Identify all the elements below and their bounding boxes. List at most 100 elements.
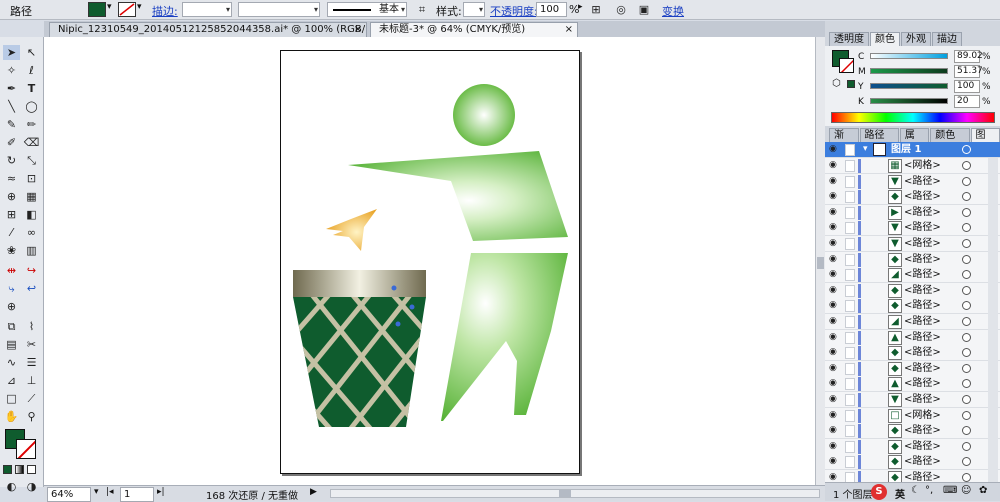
anchor-point[interactable] [392,286,397,291]
item-name[interactable]: <路径> [904,253,941,267]
item-name[interactable]: <路径> [904,440,941,454]
lock-toggle[interactable] [845,456,855,468]
isolate-icon[interactable]: ▣ [636,2,652,18]
layer-item-row[interactable]: ◉▼<路径> [825,236,1000,252]
chevron-down-icon[interactable]: ▾ [137,2,142,12]
target-circle[interactable] [962,364,971,373]
item-name[interactable]: <路径> [904,455,941,469]
next-page-icon[interactable]: ▸| [157,487,165,497]
eye-icon[interactable]: ◉ [829,239,840,248]
slice-tool-icon[interactable]: ⌇ [23,319,40,334]
layer-item-row[interactable]: ◉▲<路径> [825,376,1000,392]
horizontal-scrollbar[interactable] [330,489,820,498]
eye-icon[interactable]: ◉ [829,379,840,388]
lock-toggle[interactable] [845,285,855,297]
layer-item-row[interactable]: ◉▼<路径> [825,392,1000,408]
doc-tab-1[interactable]: Nipic_12310549_20140512125852044358.ai* … [49,22,367,37]
chevron-down-icon[interactable]: ▾ [107,2,112,12]
tab-transparency[interactable]: 透明度 [829,32,869,46]
lock-toggle[interactable] [845,425,855,437]
stroke-swatch[interactable] [118,2,136,17]
first-page-icon[interactable]: |◂ [106,487,114,497]
eye-icon[interactable]: ◉ [829,457,840,466]
target-circle[interactable] [962,442,971,451]
yellow-slider[interactable] [870,83,948,89]
eye-icon[interactable]: ◉ [829,348,840,357]
layer-item-row[interactable]: ◉◆<路径> [825,454,1000,470]
lock-toggle[interactable] [845,222,855,234]
lock-toggle[interactable] [845,207,855,219]
layer-item-row[interactable]: ◉□<网格> [825,408,1000,424]
magenta-slider[interactable] [870,68,948,74]
eye-icon[interactable]: ◉ [829,426,840,435]
ime-logo-icon[interactable]: S [871,484,887,500]
anchor-point[interactable] [396,322,401,327]
eye-icon[interactable]: ◉ [829,301,840,310]
item-name[interactable]: <路径> [904,377,941,391]
tab-stroke[interactable]: 描边 [932,32,962,46]
layer-item-row[interactable]: ◉◆<路径> [825,470,1000,482]
layer-item-row[interactable]: ◉▼<路径> [825,220,1000,236]
yellow-input[interactable]: 100 [954,80,980,93]
item-name[interactable]: <路径> [904,331,941,345]
eraser-tool-icon[interactable]: ⌫ [23,135,40,150]
eye-icon[interactable]: ◉ [829,395,840,404]
item-name[interactable]: <路径> [904,299,941,313]
eye-icon[interactable]: ◉ [829,473,840,482]
chevron-right-icon[interactable]: ▶ [310,487,317,497]
mesh-tool-icon[interactable]: ⊞ [3,207,20,222]
lock-toggle[interactable] [845,191,855,203]
target-circle[interactable] [962,161,971,170]
user-icon[interactable]: ☺ [961,485,971,496]
eye-icon[interactable]: ◉ [829,270,840,279]
layer-item-row[interactable]: ◉◢<路径> [825,267,1000,283]
black-input[interactable]: 20 [954,95,980,108]
scroll-thumb[interactable] [559,490,571,497]
layer-item-row[interactable]: ◉◆<路径> [825,345,1000,361]
stroke-weight-dropdown[interactable]: ▾ [182,2,232,17]
layer-item-row[interactable]: ◉◆<路径> [825,439,1000,455]
anchor-point[interactable] [410,305,415,310]
layer-item-row[interactable]: ◉▼<路径> [825,174,1000,190]
close-icon[interactable]: × [565,23,573,37]
lock-toggle[interactable] [845,394,855,406]
target-circle[interactable] [962,177,971,186]
type-tool-icon[interactable]: T [23,81,40,96]
target-circle[interactable] [962,255,971,264]
eye-icon[interactable]: ◉ [829,177,840,186]
eye-icon[interactable]: ◉ [829,161,840,170]
variable-width-dropdown[interactable]: ▾ [238,2,320,17]
eye-icon[interactable]: ◉ [829,223,840,232]
cyan-slider[interactable] [870,53,948,59]
convert-anchor-tool-icon[interactable]: ↩ [23,281,40,296]
tab-color-guide[interactable]: 颜色参 [930,128,969,142]
gradient-mode-icon[interactable] [15,465,24,474]
eye-icon[interactable]: ◉ [829,145,840,154]
target-circle[interactable] [962,317,971,326]
target-circle[interactable] [962,395,971,404]
direct-selection-tool-icon[interactable]: ↖ [23,45,40,60]
gradient-tool-icon[interactable]: ◧ [23,207,40,222]
layer-item-row[interactable]: ◉▶<路径> [825,205,1000,221]
punctuation-icon[interactable]: °, [925,485,933,496]
item-name[interactable]: <路径> [904,424,941,438]
list-tool-icon[interactable]: ☰ [23,355,40,370]
item-name[interactable]: <路径> [904,284,941,298]
blob-brush-tool-icon[interactable]: ✐ [3,135,20,150]
layer-row[interactable]: ◉ ▾ 图层 1 [825,142,1000,158]
graph-tool-icon[interactable]: ⊿ [3,373,20,388]
scissors-tool-icon[interactable]: ✂ [23,337,40,352]
eye-icon[interactable]: ◉ [829,192,840,201]
target-circle[interactable] [962,426,971,435]
target-circle[interactable] [962,473,971,482]
recolor-icon[interactable]: ⌗ [414,2,430,18]
pencil-tool-icon[interactable]: ✏ [23,117,40,132]
item-name[interactable]: <路径> [904,471,941,482]
layer-item-row[interactable]: ◉◆<路径> [825,361,1000,377]
scroll-thumb[interactable] [817,257,824,269]
layers-scrollbar[interactable] [988,158,998,482]
moon-icon[interactable]: ☾ [911,485,920,496]
layer-item-row[interactable]: ◉▲<路径> [825,330,1000,346]
layer-name[interactable]: 图层 1 [891,143,921,157]
layer-item-row[interactable]: ◉◆<路径> [825,283,1000,299]
